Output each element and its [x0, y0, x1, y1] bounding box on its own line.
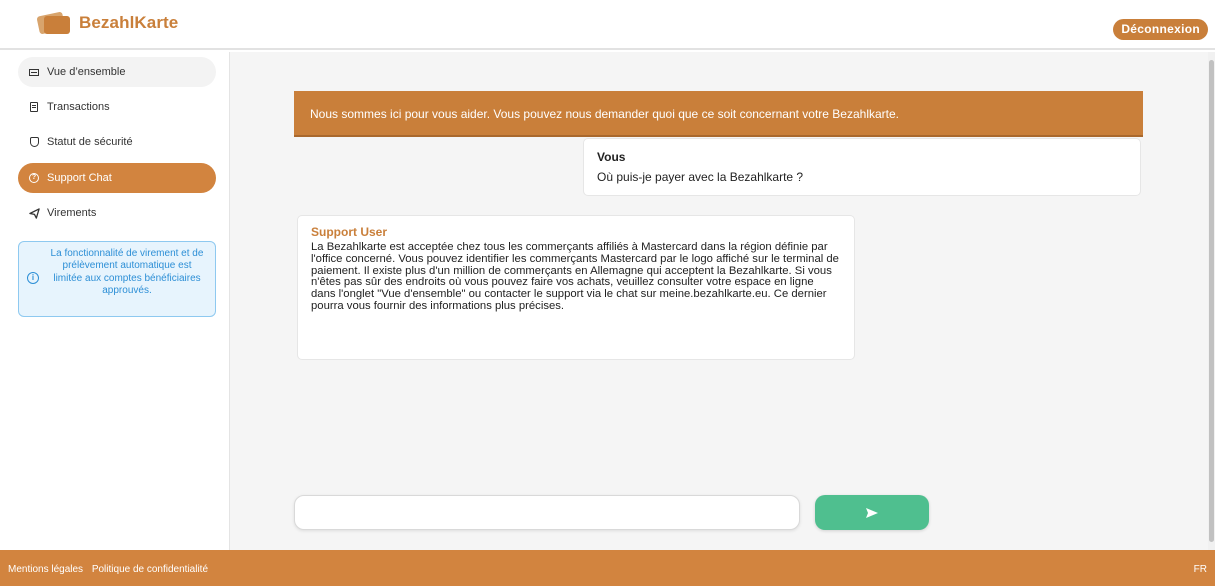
send-button[interactable]	[815, 495, 929, 530]
help-icon: ?	[28, 172, 40, 184]
info-text: La fonctionnalité de virement et de prél…	[50, 248, 204, 297]
message-author: Support User	[311, 225, 388, 239]
app-footer: Mentions légales Politique de confidenti…	[0, 550, 1215, 586]
send-arrow-icon	[866, 507, 878, 518]
logout-button[interactable]: Déconnexion	[1113, 19, 1208, 40]
brand-name: BezahlKarte	[79, 13, 179, 32]
sidebar: Vue d’ensemble Transactions Statut de sé…	[8, 52, 230, 550]
sidebar-item-label: Statut de sécurité	[47, 136, 133, 148]
info-icon: i	[27, 272, 39, 284]
message-author: Vous	[597, 150, 626, 164]
sidebar-item-transactions[interactable]: Transactions	[18, 92, 216, 122]
legal-notice-link[interactable]: Mentions légales	[8, 564, 83, 575]
shield-icon	[28, 136, 40, 148]
chat-main: Nous sommes ici pour vous aider. Vous po…	[230, 52, 1208, 550]
sidebar-item-overview[interactable]: Vue d’ensemble	[18, 57, 216, 87]
sidebar-item-label: Virements	[47, 207, 97, 219]
main-scrollbar[interactable]	[1208, 52, 1215, 550]
help-banner: Nous sommes ici pour vous aider. Vous po…	[294, 91, 1143, 137]
sidebar-item-security[interactable]: Statut de sécurité	[18, 127, 216, 157]
brand-logo[interactable]: BezahlKarte	[36, 11, 179, 35]
message-text: Où puis-je payer avec la Bezahlkarte ?	[597, 170, 804, 184]
sidebar-item-support-chat[interactable]: ? Support Chat	[18, 163, 216, 193]
transfer-info-notice: i La fonctionnalité de virement et de pr…	[18, 241, 216, 317]
document-icon	[28, 101, 40, 113]
user-message: Vous Où puis-je payer avec la Bezahlkart…	[583, 138, 1141, 196]
sidebar-item-label: Transactions	[47, 101, 110, 113]
card-logo-icon	[36, 11, 70, 35]
overview-icon	[28, 66, 40, 78]
sidebar-item-label: Vue d’ensemble	[47, 66, 126, 78]
chat-message-input[interactable]	[294, 495, 800, 530]
message-text: La Bezahlkarte est acceptée chez tous le…	[311, 241, 839, 312]
support-message: Support User La Bezahlkarte est acceptée…	[297, 215, 855, 360]
app-header: BezahlKarte Déconnexion	[0, 8, 1215, 50]
language-selector[interactable]: FR	[1194, 564, 1207, 575]
send-icon	[28, 207, 40, 219]
scrollbar-thumb[interactable]	[1209, 60, 1214, 542]
sidebar-item-label: Support Chat	[47, 172, 112, 184]
privacy-policy-link[interactable]: Politique de confidentialité	[92, 564, 208, 575]
sidebar-item-transfers[interactable]: Virements	[18, 198, 216, 228]
